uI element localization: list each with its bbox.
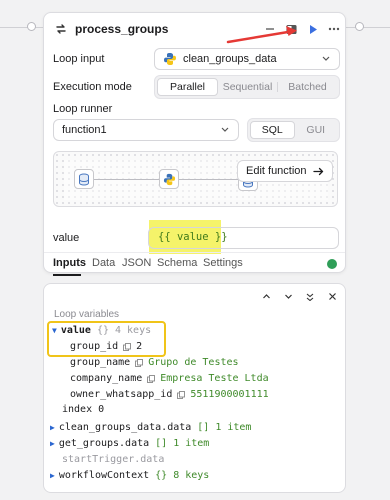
database-icon	[74, 169, 94, 189]
loop-runner-label: Loop runner	[53, 103, 113, 115]
more-icon[interactable]	[326, 21, 342, 37]
execution-mode-label: Execution mode	[53, 81, 132, 93]
minimize-icon[interactable]	[262, 21, 278, 37]
tab-settings[interactable]: Settings	[203, 257, 243, 269]
collapse-icon[interactable]	[301, 287, 319, 305]
tree-field-row[interactable]: group_id 2	[70, 341, 142, 352]
tree-field-row[interactable]: group_name Grupo de Testes	[70, 357, 239, 368]
chevron-up-icon[interactable]	[257, 287, 275, 305]
node-header: process_groups	[44, 13, 345, 45]
tree-trigger-row[interactable]: startTrigger.data	[62, 454, 164, 465]
chevron-down-icon[interactable]	[279, 287, 297, 305]
collapsed-triangle-icon: ▶	[50, 471, 55, 480]
loop-node-card[interactable]: process_groups Loop input clean_groups_d…	[43, 12, 346, 276]
tree-field-row[interactable]: owner_whatsapp_id 5511900001111	[70, 389, 269, 400]
loop-variables-panel: Loop variables ▼ value {} 4 keys group_i…	[43, 283, 346, 493]
loop-input-value: clean_groups_data	[183, 53, 277, 65]
flow-edge	[94, 179, 159, 180]
canvas-handle-left[interactable]	[27, 22, 36, 31]
tab-schema[interactable]: Schema	[157, 257, 197, 269]
runner-mode-toggle: SQL GUI	[247, 118, 340, 142]
node-tabs: Inputs Data JSON Schema Settings	[44, 252, 345, 276]
function-preview[interactable]: Edit function	[53, 151, 338, 207]
chevron-down-icon	[221, 127, 229, 132]
value-label: value	[53, 232, 80, 244]
arrow-right-icon	[312, 167, 323, 175]
loop-input-select[interactable]: clean_groups_data	[154, 48, 340, 70]
expanded-triangle-icon: ▼	[52, 326, 57, 335]
tab-inputs[interactable]: Inputs	[53, 257, 86, 269]
tree-field-index[interactable]: index 0	[62, 404, 104, 415]
runner-mode-gui[interactable]: GUI	[295, 121, 338, 139]
tree-node-value[interactable]: ▼ value {} 4 keys	[52, 325, 151, 336]
runner-mode-sql[interactable]: SQL	[250, 121, 295, 139]
panel-toolbar	[257, 287, 341, 305]
loop-runner-value: function1	[62, 124, 107, 136]
loop-runner-select[interactable]: function1	[53, 119, 239, 141]
execution-mode-parallel[interactable]: Parallel	[157, 78, 218, 96]
tree-workflow-context-row[interactable]: ▶ workflowContext {} 8 keys	[50, 470, 209, 481]
collapsed-triangle-icon: ▶	[50, 439, 55, 448]
tree-field-row[interactable]: company_name Empresa Teste Ltda	[70, 373, 269, 384]
edit-function-label: Edit function	[246, 165, 307, 177]
copy-icon[interactable]	[177, 390, 186, 399]
copy-icon[interactable]	[147, 374, 156, 383]
canvas-edge-left	[0, 27, 43, 28]
execution-mode-batched[interactable]: Batched	[278, 78, 337, 96]
canvas-edge-right	[346, 27, 390, 28]
loop-input-label: Loop input	[53, 53, 105, 65]
node-title: process_groups	[75, 22, 169, 36]
execution-mode-sequential[interactable]: Sequential	[218, 78, 277, 96]
loop-icon	[56, 24, 66, 34]
chevron-down-icon	[322, 56, 330, 61]
tree-source-row[interactable]: ▶ get_groups.data [] 1 item	[50, 438, 209, 449]
python-icon	[164, 53, 176, 65]
close-icon[interactable]	[323, 287, 341, 305]
collapsed-triangle-icon: ▶	[50, 423, 55, 432]
active-tab-indicator	[53, 274, 81, 276]
play-icon[interactable]	[305, 21, 321, 37]
loop-variables-label: Loop variables	[54, 309, 120, 320]
edit-function-button[interactable]: Edit function	[237, 160, 333, 182]
execution-mode-toggle: Parallel Sequential Batched	[154, 75, 340, 99]
tab-data[interactable]: Data	[92, 257, 115, 269]
split-panel-icon[interactable]	[283, 21, 299, 37]
tree-source-row[interactable]: ▶ clean_groups_data.data [] 1 item	[50, 422, 251, 433]
canvas-handle-right[interactable]	[355, 22, 364, 31]
value-input-text: {{ value }}	[158, 231, 228, 243]
python-icon	[159, 169, 179, 189]
tab-json[interactable]: JSON	[122, 257, 151, 269]
flow-edge	[179, 179, 239, 180]
copy-icon[interactable]	[135, 358, 144, 367]
status-success-icon	[327, 259, 337, 269]
copy-icon[interactable]	[123, 342, 132, 351]
